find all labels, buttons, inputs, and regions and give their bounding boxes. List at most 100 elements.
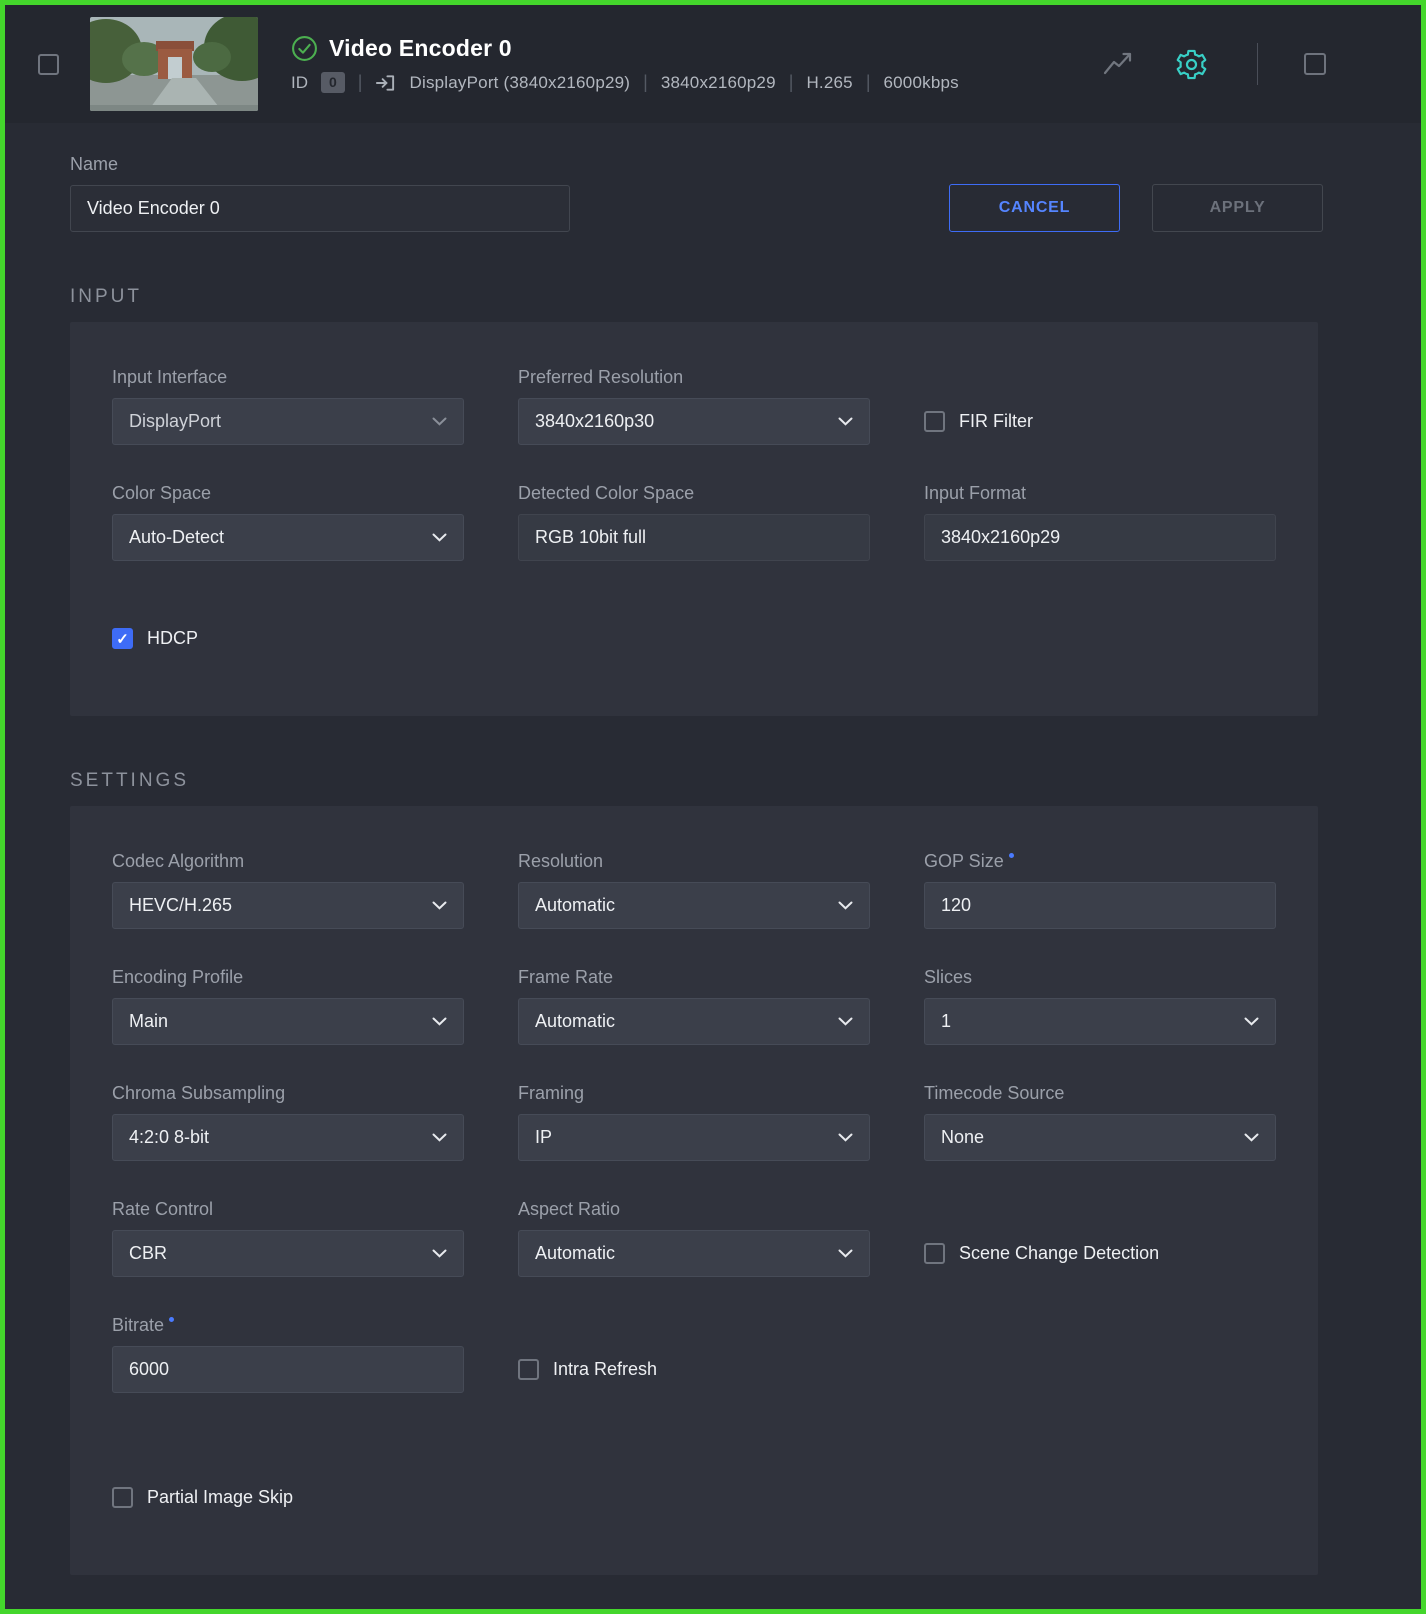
slices-field: Slices 1 [924,966,1276,1045]
scene-change-detection-checkbox[interactable]: Scene Change Detection [924,1230,1276,1277]
resolution-field: Resolution Automatic [518,850,870,929]
input-panel: Input Interface DisplayPort Preferred Re… [70,322,1318,716]
header-actions [1102,43,1326,85]
gop-size-label: GOP Size [924,850,1276,873]
settings-body: Name CANCEL APPLY INPUT Input Interface … [5,123,1421,1609]
name-input[interactable] [70,185,570,232]
divider: | [643,72,648,93]
divider: | [358,72,363,93]
preferred-resolution-value: 3840x2160p30 [535,411,654,432]
settings-panel: Codec Algorithm HEVC/H.265 Resolution Au… [70,806,1318,1575]
gear-icon[interactable] [1174,47,1209,82]
preferred-resolution-select[interactable]: 3840x2160p30 [518,398,870,445]
aspect-ratio-field: Aspect Ratio Automatic [518,1198,870,1277]
fir-filter-checkbox-box[interactable] [924,411,945,432]
timecode-source-value: None [941,1127,984,1148]
color-space-value: Auto-Detect [129,527,224,548]
partial-image-skip-label: Partial Image Skip [147,1487,293,1508]
codec-algorithm-label: Codec Algorithm [112,850,464,873]
timecode-source-select[interactable]: None [924,1114,1276,1161]
partial-image-skip-checkbox[interactable]: Partial Image Skip [112,1474,464,1521]
chroma-subsampling-field: Chroma Subsampling 4:2:0 8-bit [112,1082,464,1161]
input-interface-label: Input Interface [112,366,464,389]
id-badge: 0 [321,72,345,93]
rate-control-select[interactable]: CBR [112,1230,464,1277]
partial-image-skip-field: Partial Image Skip [112,1474,464,1521]
detected-color-space-label: Detected Color Space [518,482,870,505]
gop-size-input[interactable] [924,882,1276,929]
input-source-icon [375,73,396,93]
scene-change-detection-label: Scene Change Detection [959,1243,1159,1264]
color-space-select[interactable]: Auto-Detect [112,514,464,561]
fir-filter-label: FIR Filter [959,411,1033,432]
resolution-select[interactable]: Automatic [518,882,870,929]
frame-rate-select[interactable]: Automatic [518,998,870,1045]
preview-thumbnail[interactable] [90,17,258,111]
input-format-field: Input Format 3840x2160p29 [924,482,1276,561]
hdcp-checkbox[interactable]: HDCP [112,615,1276,662]
stats-icon[interactable] [1102,50,1134,78]
title-block: Video Encoder 0 ID 0 | DisplayPort (3840… [291,35,959,93]
color-space-field: Color Space Auto-Detect [112,482,464,561]
preferred-resolution-label: Preferred Resolution [518,366,870,389]
settings-section-title: SETTINGS [70,770,1421,792]
framing-value: IP [535,1127,552,1148]
chevron-down-icon [1244,1133,1259,1142]
bitrate-field: Bitrate [112,1314,464,1393]
encoding-profile-select[interactable]: Main [112,998,464,1045]
input-format-label: Input Format [924,482,1276,505]
bitrate-input[interactable] [112,1346,464,1393]
intra-refresh-checkbox-box[interactable] [518,1359,539,1380]
slices-value: 1 [941,1011,951,1032]
input-format-value-box: 3840x2160p29 [924,514,1276,561]
input-interface-select: DisplayPort [112,398,464,445]
hdcp-label: HDCP [147,628,198,649]
chroma-subsampling-label: Chroma Subsampling [112,1082,464,1105]
page-title: Video Encoder 0 [329,35,512,62]
apply-button[interactable]: APPLY [1152,184,1323,232]
id-label: ID [291,73,308,93]
detected-color-space-value: RGB 10bit full [535,527,646,548]
timecode-source-field: Timecode Source None [924,1082,1276,1161]
chroma-subsampling-select[interactable]: 4:2:0 8-bit [112,1114,464,1161]
rate-control-value: CBR [129,1243,167,1264]
frame-rate-label: Frame Rate [518,966,870,989]
maximize-icon[interactable] [1304,53,1326,75]
input-format-value: 3840x2160p29 [941,527,1060,548]
aspect-ratio-select[interactable]: Automatic [518,1230,870,1277]
rate-control-label: Rate Control [112,1198,464,1221]
frame-rate-value: Automatic [535,1011,615,1032]
chevron-down-icon [838,1017,853,1026]
framing-select[interactable]: IP [518,1114,870,1161]
chevron-down-icon [432,1249,447,1258]
chevron-down-icon [838,1249,853,1258]
encoder-settings-card: Video Encoder 0 ID 0 | DisplayPort (3840… [0,0,1426,1614]
preferred-resolution-field: Preferred Resolution 3840x2160p30 [518,366,870,445]
hdcp-checkbox-box[interactable] [112,628,133,649]
intra-refresh-checkbox[interactable]: Intra Refresh [518,1346,870,1393]
select-checkbox[interactable] [38,54,59,75]
hdcp-field: HDCP [112,615,1276,662]
cancel-button[interactable]: CANCEL [949,184,1120,232]
encoding-profile-field: Encoding Profile Main [112,966,464,1045]
input-section-title: INPUT [70,286,1421,308]
scene-change-detection-checkbox-box[interactable] [924,1243,945,1264]
preview-scene-image [90,17,258,111]
slices-select[interactable]: 1 [924,998,1276,1045]
framing-field: Framing IP [518,1082,870,1161]
detected-color-space-value-box: RGB 10bit full [518,514,870,561]
chevron-down-icon [432,1017,447,1026]
partial-image-skip-checkbox-box[interactable] [112,1487,133,1508]
timecode-source-label: Timecode Source [924,1082,1276,1105]
chevron-down-icon [432,417,447,426]
action-buttons: CANCEL APPLY [949,184,1323,232]
detected-color-space-field: Detected Color Space RGB 10bit full [518,482,870,561]
modified-indicator [1009,853,1014,858]
chevron-down-icon [838,417,853,426]
codec-algorithm-value: HEVC/H.265 [129,895,232,916]
codec-algorithm-select[interactable]: HEVC/H.265 [112,882,464,929]
modified-indicator [169,1317,174,1322]
chevron-down-icon [838,901,853,910]
header-source: DisplayPort (3840x2160p29) [409,73,630,93]
fir-filter-checkbox[interactable]: FIR Filter [924,398,1276,445]
